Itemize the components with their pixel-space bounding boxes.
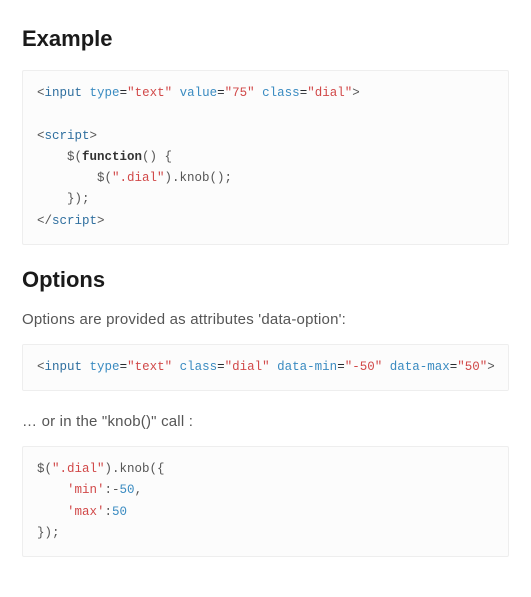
options-attr-code-block: <input type="text" class="dial" data-min…	[22, 344, 509, 391]
options-intro-text: Options are provided as attributes 'data…	[22, 311, 509, 328]
example-code-block: <input type="text" value="75" class="dia…	[22, 70, 509, 245]
options-js-code-block: $(".dial").knob({ 'min':-50, 'max':50 })…	[22, 446, 509, 557]
example-heading: Example	[22, 26, 509, 52]
options-or-text: … or in the "knob()" call :	[22, 413, 509, 430]
options-heading: Options	[22, 267, 509, 293]
